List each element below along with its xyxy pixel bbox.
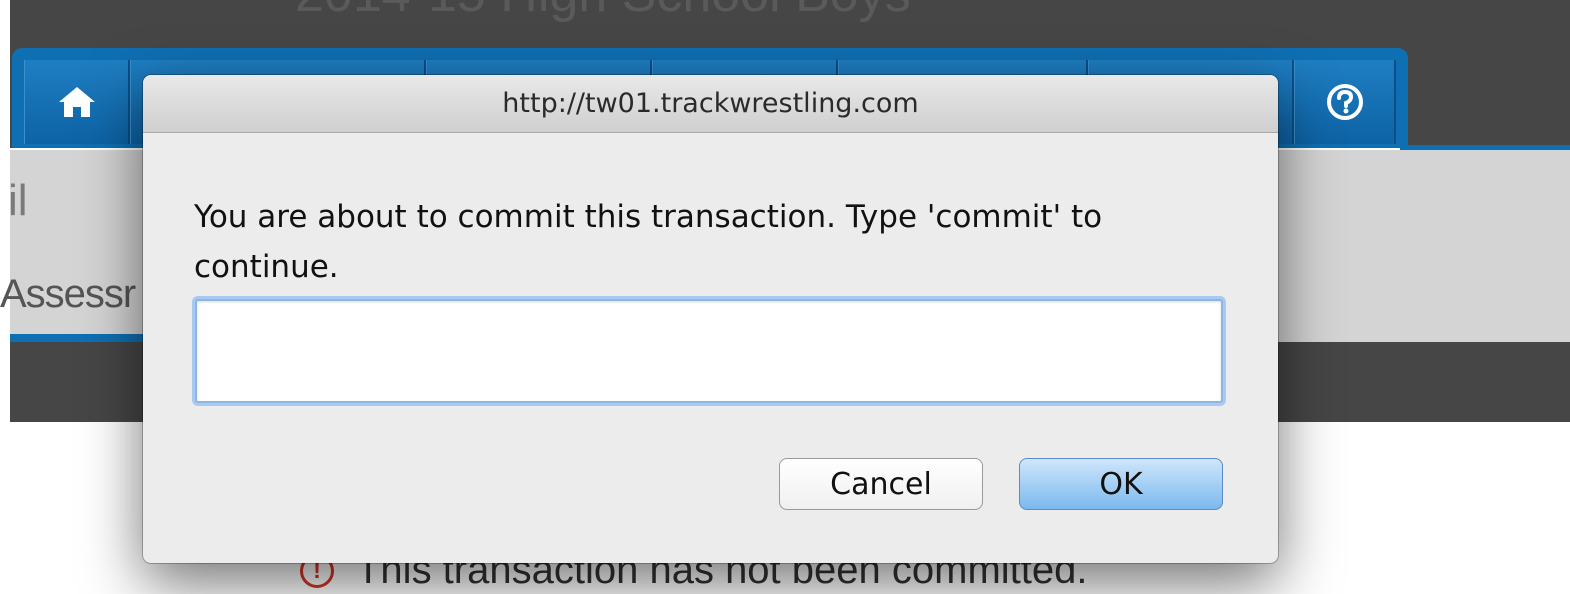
dialog-titlebar: http://tw01.trackwrestling.com: [143, 75, 1278, 133]
event-title: 2014-15 High School Boys: [295, 0, 911, 24]
ok-button[interactable]: OK: [1019, 458, 1223, 510]
home-icon: [57, 84, 97, 120]
prompt-dialog: http://tw01.trackwrestling.com You are a…: [143, 75, 1278, 563]
nav-home-button[interactable]: [24, 60, 130, 144]
dialog-message: You are about to commit this transaction…: [194, 199, 1103, 285]
panel-accent: [10, 334, 150, 342]
nav-help-button[interactable]: [1294, 60, 1396, 144]
panel-title: il: [8, 176, 28, 225]
help-circle-icon: [1326, 83, 1364, 121]
commit-input[interactable]: [195, 299, 1223, 403]
panel-subtitle: Assessr: [0, 272, 136, 316]
dialog-title: http://tw01.trackwrestling.com: [502, 88, 919, 119]
cancel-button[interactable]: Cancel: [779, 458, 983, 510]
